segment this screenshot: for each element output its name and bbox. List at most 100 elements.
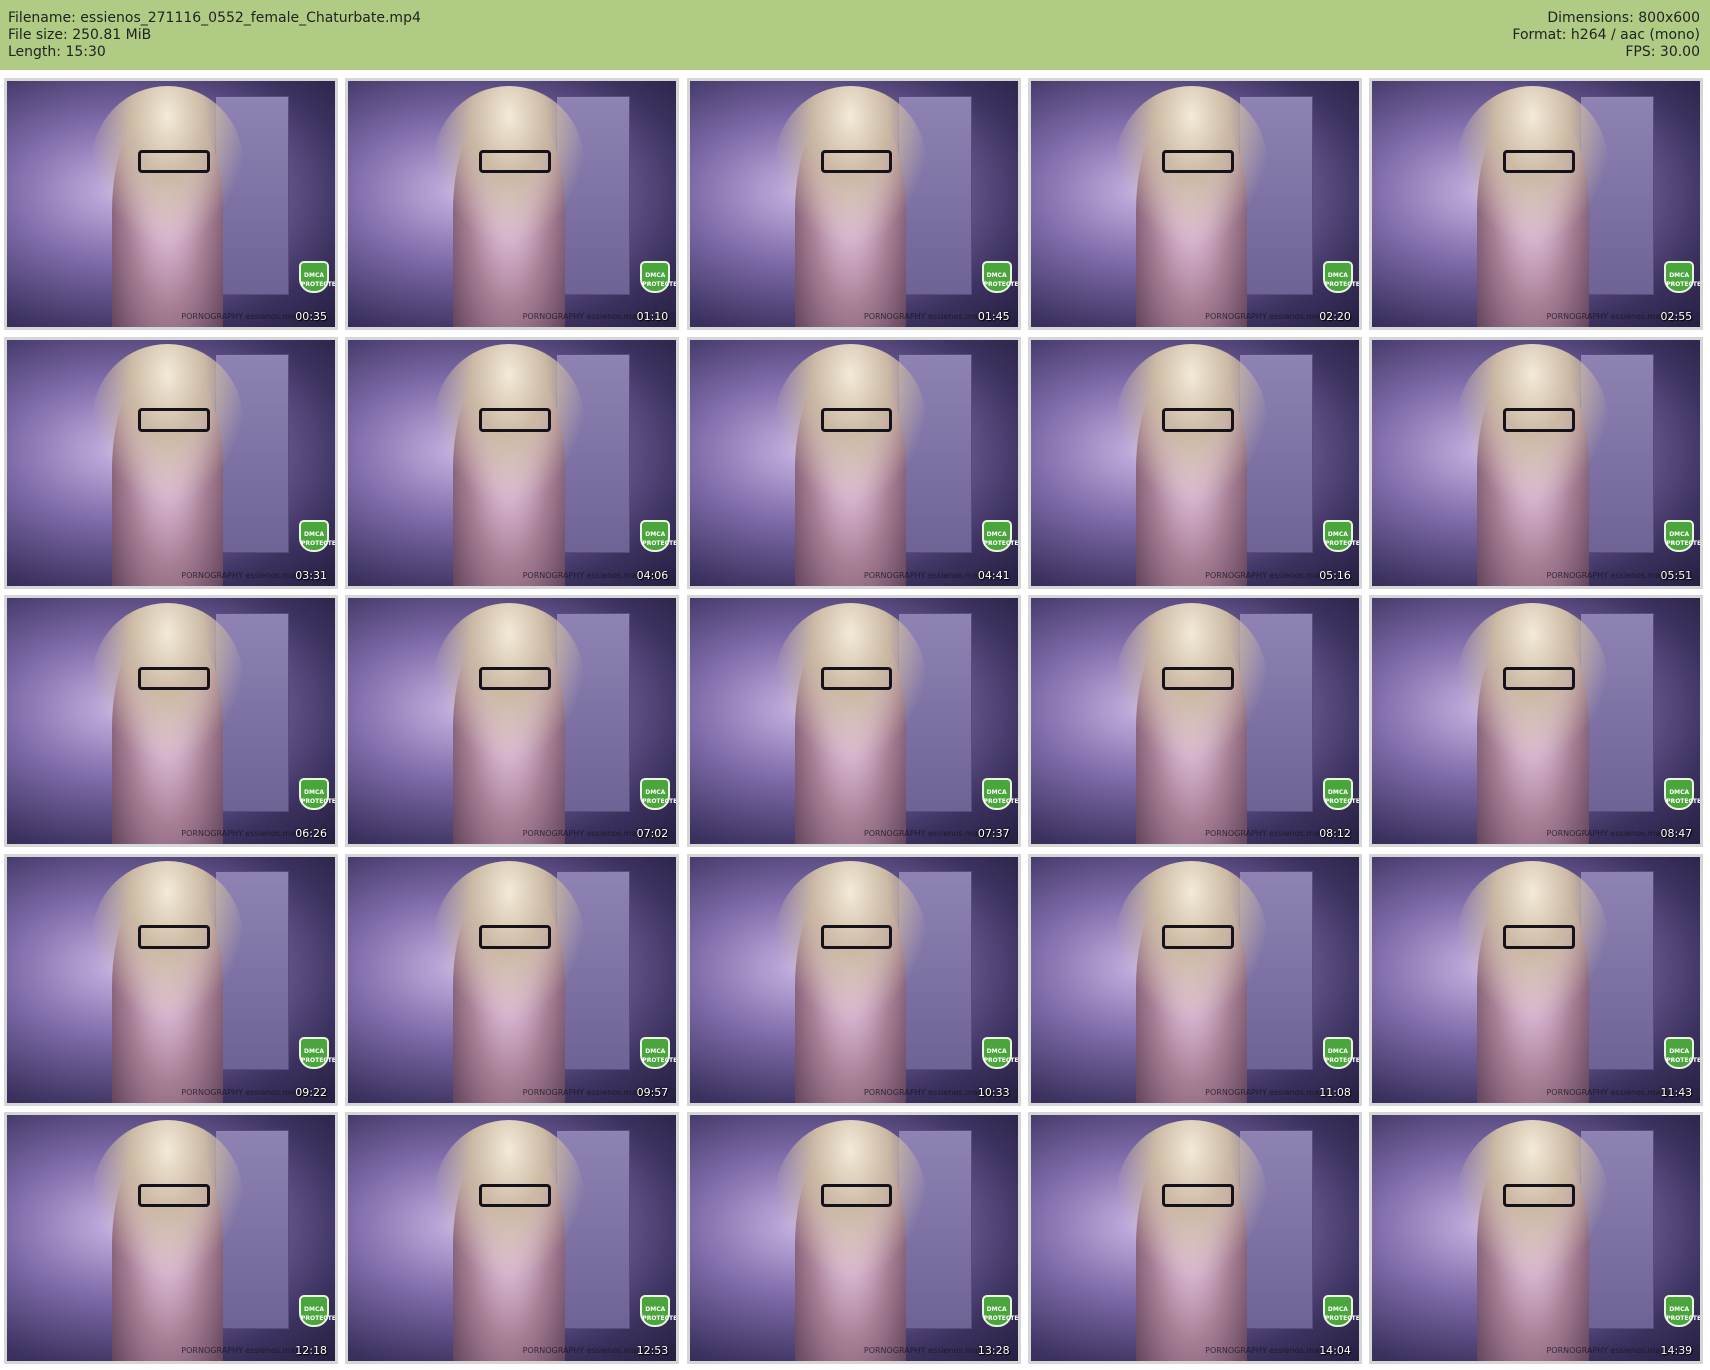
dmca-badge-icon: DMCA PROTECTED [640, 261, 676, 293]
glasses-shape [1503, 666, 1575, 691]
watermark-text: PORNOGRAPHY essienos.many [522, 1087, 647, 1097]
glasses-shape [820, 666, 893, 691]
video-thumbnail[interactable]: DMCA PROTECTED PORNOGRAPHY essienos.many0… [4, 853, 338, 1106]
thumbnail-frame-image: DMCA PROTECTED PORNOGRAPHY essienos.many0… [689, 598, 1018, 844]
watermark-text: PORNOGRAPHY essienos.many [181, 1346, 305, 1355]
watermark-text: PORNOGRAPHY essienos.many [1546, 312, 1671, 321]
thumbnail-timestamp: 05:16 [1319, 568, 1351, 582]
dmca-badge-icon: DMCA PROTECTED [981, 519, 1018, 552]
filesize-line: File size: 250.81 MiB [8, 27, 152, 43]
video-thumbnail[interactable]: DMCA PROTECTED PORNOGRAPHY essienos.many1… [4, 1112, 338, 1364]
glasses-shape [1503, 149, 1575, 174]
thumbnail-timestamp: 06:26 [295, 827, 327, 840]
file-info: Filename: essienos_271116_0552_female_Ch… [8, 10, 421, 61]
video-thumbnail[interactable]: DMCA PROTECTED PORNOGRAPHY essienos.many0… [686, 595, 1021, 847]
thumbnail-timestamp: 11:43 [1660, 1085, 1693, 1099]
dmca-badge-icon: DMCA PROTECTED [640, 519, 676, 552]
dmca-badge-icon: DMCA PROTECTED [299, 1295, 335, 1327]
dmca-badge-icon: DMCA PROTECTED [1664, 519, 1700, 552]
dmca-badge-icon: DMCA PROTECTED [1322, 519, 1359, 552]
thumbnail-timestamp: 02:55 [1660, 310, 1693, 323]
video-thumbnail[interactable]: DMCA PROTECTED PORNOGRAPHY essienos.many0… [1027, 78, 1362, 330]
glasses-shape [820, 925, 893, 949]
video-thumbnail[interactable]: DMCA PROTECTED PORNOGRAPHY essienos.many1… [1027, 1112, 1362, 1364]
thumbnail-timestamp: 03:31 [295, 568, 327, 582]
thumbnail-frame-image: DMCA PROTECTED PORNOGRAPHY essienos.many1… [348, 1115, 677, 1361]
video-thumbnail[interactable]: DMCA PROTECTED PORNOGRAPHY essienos.many0… [345, 853, 680, 1106]
thumbnail-timestamp: 04:06 [636, 568, 669, 582]
thumbnail-frame-image: DMCA PROTECTED PORNOGRAPHY essienos.many0… [7, 856, 335, 1103]
dmca-badge-icon: DMCA PROTECTED [299, 261, 335, 293]
thumbnail-timestamp: 08:47 [1660, 827, 1693, 840]
thumbnail-timestamp: 09:22 [295, 1085, 327, 1099]
dmca-badge-icon: DMCA PROTECTED [1664, 778, 1700, 810]
thumbnail-frame-image: DMCA PROTECTED PORNOGRAPHY essienos.many0… [1030, 598, 1359, 844]
video-thumbnail[interactable]: DMCA PROTECTED PORNOGRAPHY essienos.many0… [1369, 595, 1704, 847]
video-thumbnail[interactable]: DMCA PROTECTED PORNOGRAPHY essienos.many1… [1369, 1112, 1704, 1364]
video-thumbnail[interactable]: DMCA PROTECTED PORNOGRAPHY essienos.many1… [1369, 853, 1704, 1106]
watermark-text: PORNOGRAPHY essienos.many [1205, 1087, 1329, 1097]
video-thumbnail[interactable]: DMCA PROTECTED PORNOGRAPHY essienos.many1… [686, 853, 1021, 1106]
video-thumbnail[interactable]: DMCA PROTECTED PORNOGRAPHY essienos.many0… [345, 595, 680, 847]
video-thumbnail[interactable]: DMCA PROTECTED PORNOGRAPHY essienos.many0… [1369, 336, 1704, 589]
dimensions-line: Dimensions: 800x600 [1547, 10, 1700, 26]
video-thumbnail[interactable]: DMCA PROTECTED PORNOGRAPHY essienos.many0… [4, 78, 338, 330]
thumbnail-frame-image: DMCA PROTECTED PORNOGRAPHY essienos.many0… [7, 339, 335, 586]
watermark-text: PORNOGRAPHY essienos.many [1546, 1346, 1671, 1355]
thumbnail-frame-image: DMCA PROTECTED PORNOGRAPHY essienos.many1… [689, 1115, 1018, 1361]
watermark-text: PORNOGRAPHY essienos.many [1546, 570, 1671, 580]
glasses-shape [479, 666, 552, 691]
thumbnail-timestamp: 12:53 [636, 1344, 669, 1357]
thumbnail-frame-image: DMCA PROTECTED PORNOGRAPHY essienos.many1… [1030, 856, 1359, 1103]
thumbnail-timestamp: 05:51 [1660, 568, 1693, 582]
video-thumbnail[interactable]: DMCA PROTECTED PORNOGRAPHY essienos.many0… [686, 336, 1021, 589]
thumbnail-frame-image: DMCA PROTECTED PORNOGRAPHY essienos.many0… [1030, 81, 1359, 327]
dmca-badge-icon: DMCA PROTECTED [299, 519, 335, 552]
video-thumbnail[interactable]: DMCA PROTECTED PORNOGRAPHY essienos.many1… [686, 1112, 1021, 1364]
dmca-badge-icon: DMCA PROTECTED [981, 261, 1018, 293]
watermark-text: PORNOGRAPHY essienos.many [522, 1346, 647, 1355]
video-thumbnail[interactable]: DMCA PROTECTED PORNOGRAPHY essienos.many0… [686, 78, 1021, 330]
glasses-shape [138, 666, 210, 691]
thumbnail-timestamp: 07:37 [977, 827, 1010, 840]
glasses-shape [1503, 925, 1575, 949]
glasses-shape [138, 925, 210, 949]
dmca-badge-icon: DMCA PROTECTED [640, 1295, 676, 1327]
thumbnail-timestamp: 01:10 [636, 310, 669, 323]
video-thumbnail[interactable]: DMCA PROTECTED PORNOGRAPHY essienos.many1… [1027, 853, 1362, 1106]
video-thumbnail[interactable]: DMCA PROTECTED PORNOGRAPHY essienos.many0… [4, 595, 338, 847]
glasses-shape [820, 1183, 893, 1208]
thumbnail-frame-image: DMCA PROTECTED PORNOGRAPHY essienos.many0… [1372, 81, 1701, 327]
dmca-badge-icon: DMCA PROTECTED [981, 1295, 1018, 1327]
watermark-text: PORNOGRAPHY essienos.many [181, 312, 305, 321]
video-thumbnail[interactable]: DMCA PROTECTED PORNOGRAPHY essienos.many0… [345, 336, 680, 589]
watermark-text: PORNOGRAPHY essienos.many [1205, 1346, 1329, 1355]
thumbnail-frame-image: DMCA PROTECTED PORNOGRAPHY essienos.many1… [1030, 1115, 1359, 1361]
glasses-shape [1162, 666, 1234, 691]
thumbnail-timestamp: 13:28 [977, 1344, 1010, 1357]
glasses-shape [1162, 1183, 1234, 1208]
video-thumbnail[interactable]: DMCA PROTECTED PORNOGRAPHY essienos.many1… [345, 1112, 680, 1364]
watermark-text: PORNOGRAPHY essienos.many [181, 829, 305, 838]
thumbnail-frame-image: DMCA PROTECTED PORNOGRAPHY essienos.many0… [348, 339, 677, 586]
dmca-badge-icon: DMCA PROTECTED [299, 1036, 335, 1069]
glasses-shape [1503, 1183, 1575, 1208]
watermark-text: PORNOGRAPHY essienos.many [863, 1087, 988, 1097]
dmca-badge-icon: DMCA PROTECTED [640, 1036, 676, 1069]
watermark-text: PORNOGRAPHY essienos.many [863, 829, 988, 838]
video-thumbnail[interactable]: DMCA PROTECTED PORNOGRAPHY essienos.many0… [4, 336, 338, 589]
video-thumbnail[interactable]: DMCA PROTECTED PORNOGRAPHY essienos.many0… [1027, 336, 1362, 589]
glasses-shape [1162, 408, 1234, 432]
thumbnail-frame-image: DMCA PROTECTED PORNOGRAPHY essienos.many0… [1030, 339, 1359, 586]
thumbnail-frame-image: DMCA PROTECTED PORNOGRAPHY essienos.many0… [1372, 339, 1701, 586]
dmca-badge-icon: DMCA PROTECTED [1322, 261, 1359, 293]
video-thumbnail[interactable]: DMCA PROTECTED PORNOGRAPHY essienos.many0… [1369, 78, 1704, 330]
video-thumbnail[interactable]: DMCA PROTECTED PORNOGRAPHY essienos.many0… [345, 78, 680, 330]
thumbnail-timestamp: 07:02 [636, 827, 669, 840]
thumbnail-timestamp: 04:41 [977, 568, 1010, 582]
watermark-text: PORNOGRAPHY essienos.many [181, 570, 305, 580]
thumbnail-frame-image: DMCA PROTECTED PORNOGRAPHY essienos.many0… [7, 81, 335, 327]
dmca-badge-icon: DMCA PROTECTED [1322, 1036, 1359, 1069]
video-thumbnail[interactable]: DMCA PROTECTED PORNOGRAPHY essienos.many0… [1027, 595, 1362, 847]
glasses-shape [479, 1183, 552, 1208]
